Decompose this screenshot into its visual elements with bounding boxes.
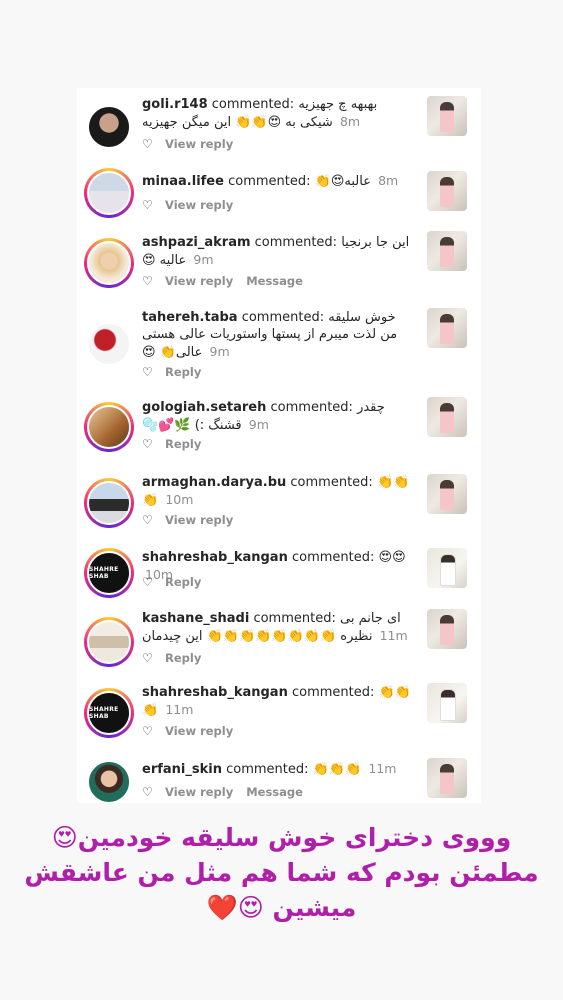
comment-time: 11m: [379, 628, 408, 643]
avatar[interactable]: [84, 478, 134, 528]
view-reply-button[interactable]: View reply: [165, 513, 233, 527]
post-thumbnail[interactable]: [427, 96, 467, 136]
post-thumbnail[interactable]: [427, 609, 467, 649]
avatar[interactable]: SHAHRE SHAB: [84, 548, 134, 598]
comment-username[interactable]: kashane_shadi: [142, 611, 249, 626]
message-button[interactable]: Message: [246, 274, 303, 288]
comment-username[interactable]: tahereh.taba: [142, 310, 238, 325]
reply-button[interactable]: Reply: [165, 365, 201, 379]
avatar[interactable]: [84, 238, 134, 288]
comment-verb: commented:: [291, 550, 375, 565]
post-thumbnail[interactable]: [427, 548, 467, 588]
avatar[interactable]: [84, 168, 134, 218]
activity-panel: goli.r148 commented: بهبهه چ جهیزیه شیکی…: [77, 88, 481, 803]
comment-username[interactable]: gologiah.setareh: [142, 400, 266, 415]
post-thumbnail[interactable]: [427, 171, 467, 211]
post-thumbnail[interactable]: [427, 308, 467, 348]
comment-verb: commented:: [228, 174, 311, 189]
caption-line: میشین 😍❤️: [206, 893, 357, 922]
comment-body: عالبه😍👏: [314, 174, 371, 189]
avatar-brand-text: SHAHRE SHAB: [89, 706, 119, 720]
reply-button[interactable]: Reply: [165, 437, 201, 451]
view-reply-button[interactable]: View reply: [165, 274, 233, 288]
comment-username[interactable]: shahreshab_kangan: [142, 550, 288, 565]
reply-button[interactable]: Reply: [165, 575, 201, 589]
comment-username[interactable]: shahreshab_kangan: [142, 685, 288, 700]
comment-verb: commented:: [226, 762, 309, 777]
comment-username[interactable]: erfani_skin: [142, 762, 222, 777]
heart-outline-icon[interactable]: ♡: [142, 651, 155, 665]
comment-time: 8m: [378, 173, 399, 188]
comment-time: 9m: [193, 252, 214, 267]
heart-outline-icon[interactable]: ♡: [142, 137, 155, 151]
post-thumbnail[interactable]: [427, 231, 467, 271]
post-thumbnail[interactable]: [427, 758, 467, 798]
comment-time: 10m: [165, 492, 194, 507]
comment-username[interactable]: ashpazi_akram: [142, 235, 251, 250]
comment-time: 11m: [368, 761, 397, 776]
heart-outline-icon[interactable]: ♡: [142, 785, 155, 799]
avatar-brand-text: SHAHRE SHAB: [89, 566, 119, 580]
avatar[interactable]: SHAHRE SHAB: [84, 688, 134, 738]
avatar[interactable]: [84, 757, 134, 803]
comment-time: 11m: [165, 702, 194, 717]
view-reply-button[interactable]: View reply: [165, 724, 233, 738]
heart-outline-icon[interactable]: ♡: [142, 437, 155, 451]
avatar[interactable]: [84, 617, 134, 667]
view-reply-button[interactable]: View reply: [165, 198, 233, 212]
avatar[interactable]: [84, 402, 134, 452]
heart-outline-icon[interactable]: ♡: [142, 513, 155, 527]
post-thumbnail[interactable]: [427, 683, 467, 723]
view-reply-button[interactable]: View reply: [165, 137, 233, 151]
comment-username[interactable]: goli.r148: [142, 97, 208, 112]
comment-time: 9m: [209, 344, 230, 359]
avatar[interactable]: [84, 102, 134, 152]
avatar[interactable]: [84, 319, 134, 369]
message-button[interactable]: Message: [246, 785, 303, 799]
heart-outline-icon[interactable]: ♡: [142, 575, 155, 589]
comment-body: 😍😍: [378, 550, 406, 565]
comment-time: 9m: [248, 417, 269, 432]
comment-verb: commented:: [270, 400, 353, 415]
comment-verb: commented:: [253, 611, 336, 626]
caption-line: وووی دخترای خوش سلیقه خودمین😍: [51, 823, 512, 852]
heart-outline-icon[interactable]: ♡: [142, 198, 155, 212]
comment-body: 👏👏👏: [312, 762, 362, 777]
view-reply-button[interactable]: View reply: [165, 785, 233, 799]
comment-username[interactable]: armaghan.darya.bu: [142, 475, 286, 490]
comment-verb: commented:: [254, 235, 338, 250]
heart-outline-icon[interactable]: ♡: [142, 724, 155, 738]
comment-verb: commented:: [291, 685, 375, 700]
reply-button[interactable]: Reply: [165, 651, 201, 665]
post-thumbnail[interactable]: [427, 474, 467, 514]
post-thumbnail[interactable]: [427, 397, 467, 437]
comment-username[interactable]: minaa.lifee: [142, 174, 224, 189]
heart-outline-icon[interactable]: ♡: [142, 274, 155, 288]
comment-verb: commented:: [241, 310, 325, 325]
comment-verb: commented:: [290, 475, 373, 490]
comment-time: 8m: [339, 114, 361, 129]
heart-outline-icon[interactable]: ♡: [142, 365, 155, 379]
comment-verb: commented:: [211, 97, 295, 112]
story-caption: وووی دخترای خوش سلیقه خودمین😍 مطمئن بودم…: [0, 820, 563, 925]
caption-line: مطمئن بودم که شما هم مثل من عاشقش: [24, 858, 539, 887]
